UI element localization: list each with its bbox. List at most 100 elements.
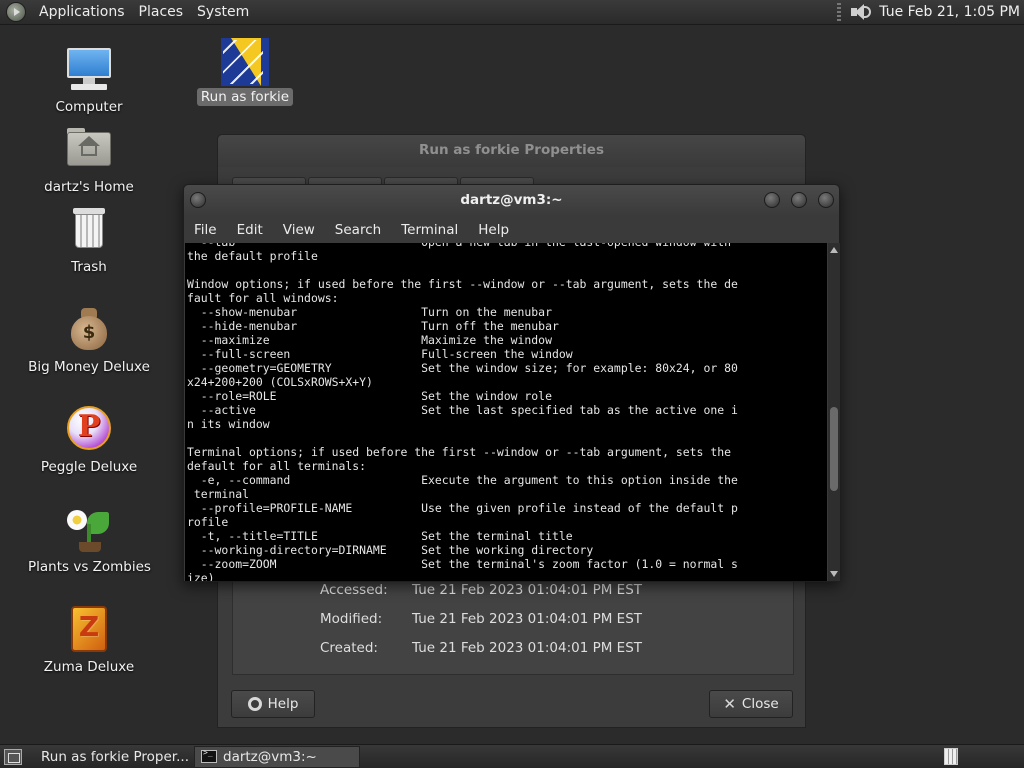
top-panel: Applications Places System Tue Feb 21, 1…	[0, 0, 1024, 25]
properties-window-title[interactable]: Run as forkie Properties	[218, 135, 805, 167]
properties-key: Modified:	[320, 611, 383, 627]
menu-edit[interactable]: Edit	[227, 222, 273, 238]
run-as-forkie-icon	[221, 38, 269, 86]
terminal-line: -t, --title=TITLE Set the terminal title	[187, 529, 573, 543]
close-button[interactable]: ✕ Close	[709, 690, 793, 718]
terminal-line: n its window	[187, 417, 270, 431]
help-icon	[247, 697, 262, 711]
terminal-line: --geometry=GEOMETRY Set the window size;…	[187, 361, 738, 375]
menu-search[interactable]: Search	[325, 222, 391, 238]
window-close-icon[interactable]	[818, 192, 834, 208]
menu-terminal[interactable]: Terminal	[391, 222, 468, 238]
help-button[interactable]: Help	[231, 690, 315, 718]
panel-grip-icon	[837, 3, 842, 21]
desktop-icon-label: Peggle Deluxe	[40, 459, 138, 475]
properties-value: Tue 21 Feb 2023 01:04:01 PM EST	[412, 611, 643, 627]
taskbar-item-label: Run as forkie Proper...	[41, 748, 189, 765]
desktop-icon-run-as-forkie[interactable]: Run as forkie	[180, 38, 310, 106]
terminal-line: --zoom=ZOOM Set the terminal's zoom fact…	[187, 557, 738, 571]
help-button-label: Help	[267, 696, 299, 712]
terminal-line: --role=ROLE Set the window role	[187, 389, 552, 403]
home-folder-icon	[65, 124, 113, 172]
properties-row-modified: Modified: Tue 21 Feb 2023 01:04:01 PM EST	[320, 611, 642, 627]
scroll-down-icon[interactable]	[830, 571, 838, 577]
zuma-icon: Z	[65, 604, 113, 652]
menu-applications[interactable]: Applications	[32, 4, 132, 20]
desktop-icon-label: Computer	[55, 99, 123, 115]
desktop-icon-label: Run as forkie	[196, 88, 294, 106]
minimize-icon[interactable]	[764, 192, 780, 208]
desktop-icon-label: Zuma Deluxe	[43, 659, 135, 675]
properties-value: Tue 21 Feb 2023 01:04:01 PM EST	[412, 640, 643, 656]
show-desktop-icon[interactable]	[4, 748, 22, 765]
taskbar-item-terminal[interactable]: dartz@vm3:~	[194, 745, 360, 768]
desktop-icon-big-money[interactable]: $ Big Money Deluxe	[24, 304, 154, 376]
terminal-line: rofile	[187, 515, 229, 529]
terminal-line: --hide-menubar Turn off the menubar	[187, 319, 559, 333]
terminal-line: Terminal options; if used before the fir…	[187, 445, 731, 459]
terminal-line: --full-screen Full-screen the window	[187, 347, 573, 361]
terminal-titlebar[interactable]: dartz@vm3:~	[184, 185, 839, 216]
terminal-line: fault for all windows:	[187, 291, 339, 305]
desktop-icon-label: Big Money Deluxe	[28, 359, 150, 375]
terminal-line: --show-menubar Turn on the menubar	[187, 305, 552, 319]
trash-icon	[65, 204, 113, 252]
terminal-line: --active Set the last specified tab as t…	[187, 403, 738, 417]
desktop-icon-home[interactable]: dartz's Home	[24, 124, 154, 196]
terminal-line: --profile=PROFILE-NAME Use the given pro…	[187, 501, 738, 515]
distro-logo-icon[interactable]	[6, 2, 26, 22]
maximize-icon[interactable]	[791, 192, 807, 208]
properties-row-created: Created: Tue 21 Feb 2023 01:04:01 PM EST	[320, 640, 642, 656]
terminal-scrollbar[interactable]	[828, 243, 840, 581]
desktop-icon-computer[interactable]: Computer	[24, 44, 154, 116]
terminal-window-title: dartz@vm3:~	[460, 192, 563, 208]
properties-key: Created:	[320, 640, 378, 656]
terminal-line: terminal	[187, 487, 249, 501]
taskbar-item-label: dartz@vm3:~	[223, 748, 317, 765]
taskbar-item-properties[interactable]: Run as forkie Proper...	[28, 746, 192, 768]
menu-view[interactable]: View	[273, 222, 325, 238]
computer-icon	[65, 44, 113, 92]
terminal-menubar: File Edit View Search Terminal Help	[184, 216, 839, 243]
panel-clock[interactable]: Tue Feb 21, 1:05 PM	[879, 4, 1024, 20]
properties-row-accessed: Accessed: Tue 21 Feb 2023 01:04:01 PM EST	[320, 582, 642, 598]
window-menu-icon[interactable]	[190, 192, 206, 208]
desktop-icon-plants-vs-zombies[interactable]: Plants vs Zombies	[24, 504, 154, 576]
menu-file[interactable]: File	[184, 222, 227, 238]
scroll-up-icon[interactable]	[830, 247, 838, 253]
panel-tray: Tue Feb 21, 1:05 PM	[837, 2, 1024, 22]
menu-places[interactable]: Places	[132, 4, 191, 20]
desktop-icon-peggle[interactable]: P Peggle Deluxe	[24, 404, 154, 476]
terminal-line: --working-directory=DIRNAME Set the work…	[187, 543, 594, 557]
terminal-line: ize)	[187, 571, 215, 581]
volume-icon[interactable]	[849, 2, 872, 22]
terminal-line: default for all terminals:	[187, 459, 367, 473]
close-button-label: Close	[741, 696, 779, 712]
bottom-panel: Run as forkie Proper... dartz@vm3:~	[0, 744, 1024, 768]
trash-applet-icon[interactable]	[944, 748, 958, 765]
terminal-line: -e, --command Execute the argument to th…	[187, 473, 738, 487]
terminal-output: --tab Open a new tab in the last-opened …	[185, 243, 827, 581]
scrollbar-thumb[interactable]	[830, 407, 838, 491]
desktop-icon-trash[interactable]: Trash	[24, 204, 154, 276]
terminal-line: Window options; if used before the first…	[187, 277, 738, 291]
terminal-icon	[201, 748, 217, 763]
menu-system[interactable]: System	[190, 4, 256, 20]
properties-key: Accessed:	[320, 582, 388, 598]
desktop-icon-zuma[interactable]: Z Zuma Deluxe	[24, 604, 154, 676]
terminal-line: --maximize Maximize the window	[187, 333, 552, 347]
close-icon: ✕	[723, 695, 736, 713]
desktop-icon-label: dartz's Home	[44, 179, 134, 195]
menu-help[interactable]: Help	[468, 222, 519, 238]
plants-vs-zombies-icon	[65, 504, 113, 552]
desktop-icon-label: Plants vs Zombies	[28, 559, 151, 575]
desktop-icon-label: Trash	[71, 259, 107, 275]
terminal-window: dartz@vm3:~ File Edit View Search Termin…	[183, 184, 840, 582]
terminal-line: x24+200+200 (COLSxROWS+X+Y)	[187, 375, 373, 389]
money-bag-icon: $	[65, 304, 113, 352]
terminal-screen[interactable]: --tab Open a new tab in the last-opened …	[185, 243, 827, 581]
peggle-icon: P	[65, 404, 113, 452]
terminal-line: the default profile	[187, 249, 318, 263]
